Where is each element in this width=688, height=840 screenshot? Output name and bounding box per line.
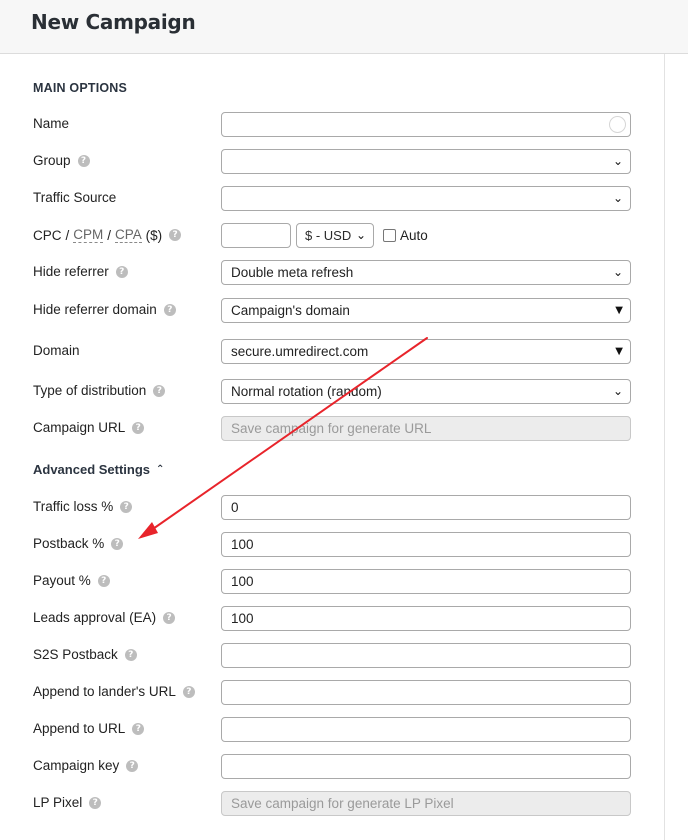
help-icon[interactable]: ? (120, 500, 133, 513)
advanced-settings-toggle[interactable]: Advanced Settings ⌃ (33, 462, 164, 477)
leads-approval-label: Leads approval (EA)? (33, 610, 176, 625)
help-icon[interactable]: ? (97, 574, 110, 587)
distribution-select[interactable]: Normal rotation (random) ⌄ (221, 379, 631, 404)
postback-label: Postback %? (33, 536, 124, 551)
traffic-loss-row: Traffic loss %? 0 (0, 495, 664, 521)
campaign-key-row: Campaign key? (0, 754, 664, 780)
hide-referrer-row: Hide referrer? Double meta refresh ⌄ (0, 260, 664, 286)
lp-pixel-field: Save campaign for generate LP Pixel (221, 791, 631, 816)
append-url-input[interactable] (221, 717, 631, 742)
triangle-down-icon: ▼ (615, 346, 623, 357)
panel-divider (664, 54, 665, 840)
help-icon[interactable]: ? (132, 722, 145, 735)
distribution-row: Type of distribution? Normal rotation (r… (0, 379, 664, 405)
leads-approval-input[interactable]: 100 (221, 606, 631, 631)
page-title: New Campaign (31, 10, 196, 34)
append-lander-url-label: Append to lander's URL? (33, 684, 195, 699)
hide-referrer-domain-select[interactable]: Campaign's domain ▼ (221, 298, 631, 323)
help-icon[interactable]: ? (169, 229, 182, 241)
help-icon[interactable]: ? (124, 648, 137, 661)
name-row: Name (0, 112, 664, 138)
help-icon[interactable]: ? (111, 537, 124, 550)
name-label: Name (33, 116, 70, 131)
domain-row: Domain secure.umredirect.com ▼ (0, 339, 664, 365)
triangle-down-icon: ▼ (615, 305, 623, 316)
chevron-down-icon: ⌄ (612, 384, 623, 398)
help-icon[interactable]: ? (132, 421, 145, 434)
chevron-down-icon: ⌄ (612, 191, 623, 205)
hide-referrer-select[interactable]: Double meta refresh ⌄ (221, 260, 631, 285)
auto-checkbox[interactable] (383, 229, 396, 242)
help-icon[interactable]: ? (163, 611, 176, 624)
traffic-source-select[interactable]: ⌄ (221, 186, 631, 211)
help-icon[interactable]: ? (182, 685, 195, 698)
campaign-key-label: Campaign key? (33, 758, 139, 773)
payout-label: Payout %? (33, 573, 110, 588)
group-select[interactable]: ⌄ (221, 149, 631, 174)
domain-select[interactable]: secure.umredirect.com ▼ (221, 339, 631, 364)
campaign-url-label: Campaign URL? (33, 420, 145, 435)
append-url-label: Append to URL? (33, 721, 145, 736)
help-icon[interactable]: ? (115, 265, 128, 278)
main-options-heading: MAIN OPTIONS (33, 81, 128, 95)
cost-label: CPC / CPM / CPA ($)? (33, 227, 182, 243)
append-lander-url-input[interactable] (221, 680, 631, 705)
postback-input[interactable]: 100 (221, 532, 631, 557)
leads-approval-row: Leads approval (EA)? 100 (0, 606, 664, 632)
s2s-postback-label: S2S Postback? (33, 647, 137, 662)
domain-label: Domain (33, 343, 80, 358)
s2s-postback-input[interactable] (221, 643, 631, 668)
cost-input[interactable] (221, 223, 291, 248)
append-lander-url-row: Append to lander's URL? (0, 680, 664, 706)
chevron-down-icon: ⌄ (612, 265, 623, 279)
payout-input[interactable]: 100 (221, 569, 631, 594)
campaign-key-input[interactable] (221, 754, 631, 779)
help-icon[interactable]: ? (126, 759, 139, 772)
cost-row: CPC / CPM / CPA ($)? $ - USD ⌄ Auto (0, 223, 664, 249)
postback-row: Postback %? 100 (0, 532, 664, 558)
help-icon[interactable]: ? (153, 384, 166, 397)
cpa-option[interactable]: CPA (115, 227, 142, 243)
campaign-url-field: Save campaign for generate URL (221, 416, 631, 441)
lp-pixel-label: LP Pixel? (33, 795, 102, 810)
currency-select[interactable]: $ - USD ⌄ (296, 223, 374, 248)
hide-referrer-domain-row: Hide referrer domain? Campaign's domain ▼ (0, 298, 664, 324)
payout-row: Payout %? 100 (0, 569, 664, 595)
s2s-postback-row: S2S Postback? (0, 643, 664, 669)
help-icon[interactable]: ? (89, 796, 102, 809)
append-url-row: Append to URL? (0, 717, 664, 743)
cpm-option[interactable]: CPM (73, 227, 104, 243)
hide-referrer-domain-label: Hide referrer domain? (33, 302, 176, 317)
page-header: New Campaign (0, 0, 688, 54)
group-row: Group? ⌄ (0, 149, 664, 175)
chevron-down-icon: ⌄ (612, 154, 623, 168)
traffic-source-label: Traffic Source (33, 190, 117, 205)
campaign-url-row: Campaign URL? Save campaign for generate… (0, 416, 664, 442)
traffic-source-row: Traffic Source ⌄ (0, 186, 664, 212)
group-label: Group? (33, 153, 90, 168)
help-icon[interactable]: ? (77, 154, 90, 167)
auto-label: Auto (400, 228, 428, 243)
help-icon[interactable]: ? (163, 303, 176, 316)
lp-pixel-row: LP Pixel? Save campaign for generate LP … (0, 791, 664, 817)
traffic-loss-label: Traffic loss %? (33, 499, 133, 514)
chevron-down-icon: ⌄ (355, 228, 366, 242)
traffic-loss-input[interactable]: 0 (221, 495, 631, 520)
distribution-label: Type of distribution? (33, 383, 166, 398)
chevron-up-icon: ⌃ (156, 464, 165, 475)
name-input[interactable] (221, 112, 631, 137)
hide-referrer-label: Hide referrer? (33, 264, 128, 279)
